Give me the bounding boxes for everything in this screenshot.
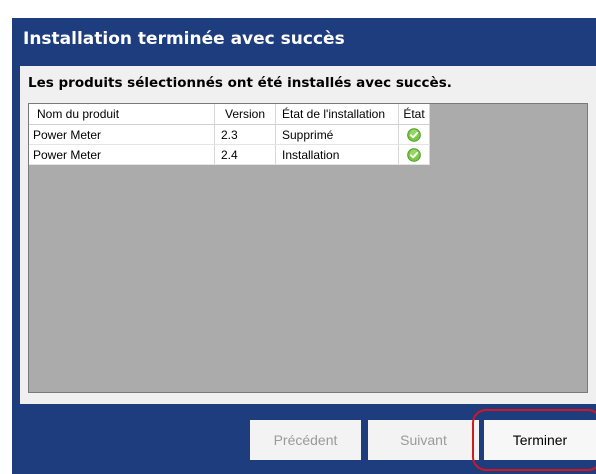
cell-version: 2.3 <box>214 124 276 145</box>
success-message: Les produits sélectionnés ont été instal… <box>28 75 452 91</box>
cell-status <box>398 124 430 145</box>
previous-button[interactable]: Précédent <box>250 420 361 460</box>
window-title: Installation terminée avec succès <box>23 29 345 49</box>
content-panel: Les produits sélectionnés ont été instal… <box>20 66 596 404</box>
success-check-icon <box>407 148 421 162</box>
cell-status <box>398 144 430 165</box>
table-row[interactable]: Power Meter 2.3 Supprimé <box>29 124 430 145</box>
column-header-product[interactable]: Nom du produit <box>29 104 215 125</box>
products-table: Nom du produit Version État de l'install… <box>29 104 430 165</box>
products-grid[interactable]: Nom du produit Version État de l'install… <box>28 103 588 393</box>
table-row[interactable]: Power Meter 2.4 Installation <box>29 144 430 165</box>
next-button[interactable]: Suivant <box>368 420 479 460</box>
button-bar: Précédent Suivant Terminer <box>12 404 596 474</box>
cell-install-state: Supprimé <box>275 124 399 145</box>
success-check-icon <box>407 128 421 142</box>
cell-product: Power Meter <box>29 124 215 145</box>
finish-button-highlight <box>472 409 596 471</box>
cell-install-state: Installation <box>275 144 399 165</box>
table-header-row: Nom du produit Version État de l'install… <box>29 104 430 125</box>
cell-product: Power Meter <box>29 144 215 165</box>
installer-window: Installation terminée avec succès Les pr… <box>12 18 596 474</box>
cell-version: 2.4 <box>214 144 276 165</box>
column-header-status[interactable]: État <box>398 104 430 125</box>
column-header-version[interactable]: Version <box>214 104 276 125</box>
title-bar: Installation terminée avec succès <box>12 18 596 64</box>
column-header-install-state[interactable]: État de l'installation <box>275 104 399 125</box>
